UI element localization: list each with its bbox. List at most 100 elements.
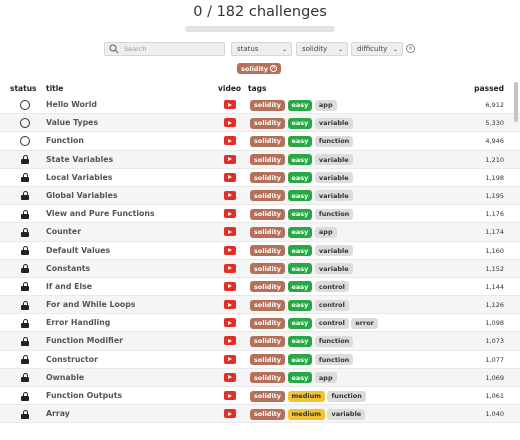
tag-easy[interactable]: easy	[287, 117, 313, 129]
tag-easy[interactable]: easy	[287, 281, 313, 293]
youtube-icon[interactable]	[224, 100, 236, 109]
tag-variable[interactable]: variable	[314, 190, 353, 202]
tag-function[interactable]: function	[314, 135, 354, 147]
table-row[interactable]: Constructor solidity easy function 1,077	[0, 351, 520, 369]
youtube-icon[interactable]	[224, 209, 236, 219]
column-header-video[interactable]: video	[218, 84, 241, 93]
table-row[interactable]: State Variables solidity easy variable 1,210	[0, 150, 520, 169]
challenge-title-link[interactable]: If and Else	[46, 282, 92, 291]
youtube-icon[interactable]	[224, 190, 236, 200]
challenge-title-link[interactable]: Error Handling	[46, 318, 110, 327]
tag-variable[interactable]: variable	[314, 245, 353, 256]
tag-easy[interactable]: easy	[287, 172, 313, 184]
youtube-icon[interactable]	[224, 318, 236, 328]
table-row[interactable]: Global Variables solidity easy variable 1,19…	[0, 186, 520, 206]
youtube-icon[interactable]	[224, 372, 236, 382]
challenge-title-link[interactable]: View and Pure Functions	[46, 209, 155, 218]
table-row[interactable]: Error Handling solidity easy control error 1,…	[0, 314, 520, 333]
tag-function[interactable]: function	[314, 208, 354, 220]
challenge-title-link[interactable]: Array	[46, 409, 70, 418]
youtube-icon[interactable]	[224, 336, 236, 346]
clear-filters-icon[interactable]: ×	[406, 44, 415, 53]
youtube-icon[interactable]	[224, 118, 236, 128]
challenge-title-link[interactable]: Ownable	[46, 373, 84, 382]
tag-control[interactable]: control	[314, 317, 349, 329]
youtube-icon[interactable]	[224, 391, 236, 400]
challenge-title-link[interactable]: Function	[46, 136, 84, 145]
tag-solidity[interactable]: solidity	[250, 190, 286, 202]
challenge-title-link[interactable]: Local Variables	[46, 173, 112, 182]
youtube-icon[interactable]	[224, 263, 236, 273]
scrollbar[interactable]	[514, 82, 518, 122]
youtube-icon[interactable]	[224, 154, 236, 164]
tag-easy[interactable]: easy	[287, 154, 313, 166]
youtube-icon[interactable]	[224, 409, 236, 419]
table-row[interactable]: Function Modifier solidity easy function 1,0…	[0, 332, 520, 351]
table-row[interactable]: Local Variables solidity easy variable 1,198	[0, 169, 520, 187]
close-icon[interactable]: ×	[270, 65, 278, 72]
challenge-title-link[interactable]: Global Variables	[46, 191, 118, 200]
tag-app[interactable]: app	[314, 226, 337, 238]
tag-variable[interactable]: variable	[314, 263, 353, 275]
youtube-icon[interactable]	[224, 227, 236, 237]
status-select[interactable]: status ⌄	[231, 42, 292, 56]
table-row[interactable]: Hello World solidity easy app 6,912	[0, 96, 520, 115]
tag-easy[interactable]: easy	[287, 354, 313, 366]
tag-function[interactable]: function	[314, 335, 354, 347]
tag-variable[interactable]: variable	[327, 408, 366, 420]
table-row[interactable]: Value Types solidity easy variable 5,330	[0, 114, 520, 133]
tag-variable[interactable]: variable	[314, 172, 353, 184]
tag-easy[interactable]: easy	[287, 372, 313, 384]
table-row[interactable]: Ownable solidity easy app 1,069	[0, 368, 520, 387]
tag-solidity[interactable]: solidity	[250, 208, 286, 220]
tag-easy[interactable]: easy	[287, 190, 313, 202]
tag-function[interactable]: function	[314, 354, 354, 366]
challenge-title-link[interactable]: Value Types	[46, 118, 98, 127]
challenge-title-link[interactable]: Function Outputs	[46, 391, 122, 400]
challenge-title-link[interactable]: Counter	[46, 227, 81, 236]
youtube-icon[interactable]	[224, 136, 236, 146]
tag-solidity[interactable]: solidity	[250, 263, 286, 275]
youtube-icon[interactable]	[224, 300, 236, 310]
difficulty-select[interactable]: difficulty ⌄	[351, 42, 403, 56]
challenge-title-link[interactable]: Constructor	[46, 355, 98, 364]
tag-easy[interactable]: easy	[287, 99, 313, 111]
tag-solidity[interactable]: solidity	[250, 117, 286, 129]
tag-solidity[interactable]: solidity	[250, 317, 286, 329]
youtube-icon[interactable]	[224, 354, 236, 364]
tag-variable[interactable]: variable	[314, 154, 353, 166]
challenge-title-link[interactable]: Constants	[46, 264, 90, 273]
tag-solidity[interactable]: solidity	[250, 154, 286, 166]
tag-app[interactable]: app	[314, 372, 337, 384]
tag-easy[interactable]: easy	[287, 135, 313, 147]
youtube-icon[interactable]	[224, 172, 236, 182]
tag-medium[interactable]: medium	[287, 408, 325, 420]
tag-easy[interactable]: easy	[287, 245, 313, 256]
tag-solidity[interactable]: solidity	[250, 99, 286, 111]
tag-medium[interactable]: medium	[287, 390, 325, 402]
table-row[interactable]: Counter solidity easy app 1,174	[0, 223, 520, 242]
column-header-tags[interactable]: tags	[248, 84, 266, 93]
column-header-title[interactable]: title	[46, 84, 63, 93]
tag-function[interactable]: function	[327, 390, 366, 402]
search-input[interactable]: Search	[104, 42, 225, 56]
tag-solidity[interactable]: solidity	[250, 245, 286, 256]
tag-app[interactable]: app	[314, 99, 337, 111]
table-row[interactable]: For and While Loops solidity easy control 1,…	[0, 296, 520, 315]
tag-control[interactable]: control	[314, 281, 349, 293]
tag-control[interactable]: control	[314, 299, 349, 311]
tag-solidity[interactable]: solidity	[250, 135, 286, 147]
column-header-passed[interactable]: passed	[474, 84, 504, 93]
table-row[interactable]: Array solidity medium variable 1,040	[0, 405, 520, 424]
tag-solidity[interactable]: solidity	[250, 354, 286, 366]
table-row[interactable]: Default Values solidity easy variable 1,160	[0, 242, 520, 260]
tag-variable[interactable]: variable	[314, 117, 353, 129]
challenge-title-link[interactable]: Function Modifier	[46, 336, 123, 345]
tag-solidity[interactable]: solidity	[250, 335, 286, 347]
tag-easy[interactable]: easy	[287, 208, 313, 220]
youtube-icon[interactable]	[224, 245, 236, 255]
tag-easy[interactable]: easy	[287, 317, 313, 329]
active-filter-chip[interactable]: solidity ×	[237, 63, 282, 74]
tag-solidity[interactable]: solidity	[250, 299, 286, 311]
challenge-title-link[interactable]: State Variables	[46, 155, 113, 164]
